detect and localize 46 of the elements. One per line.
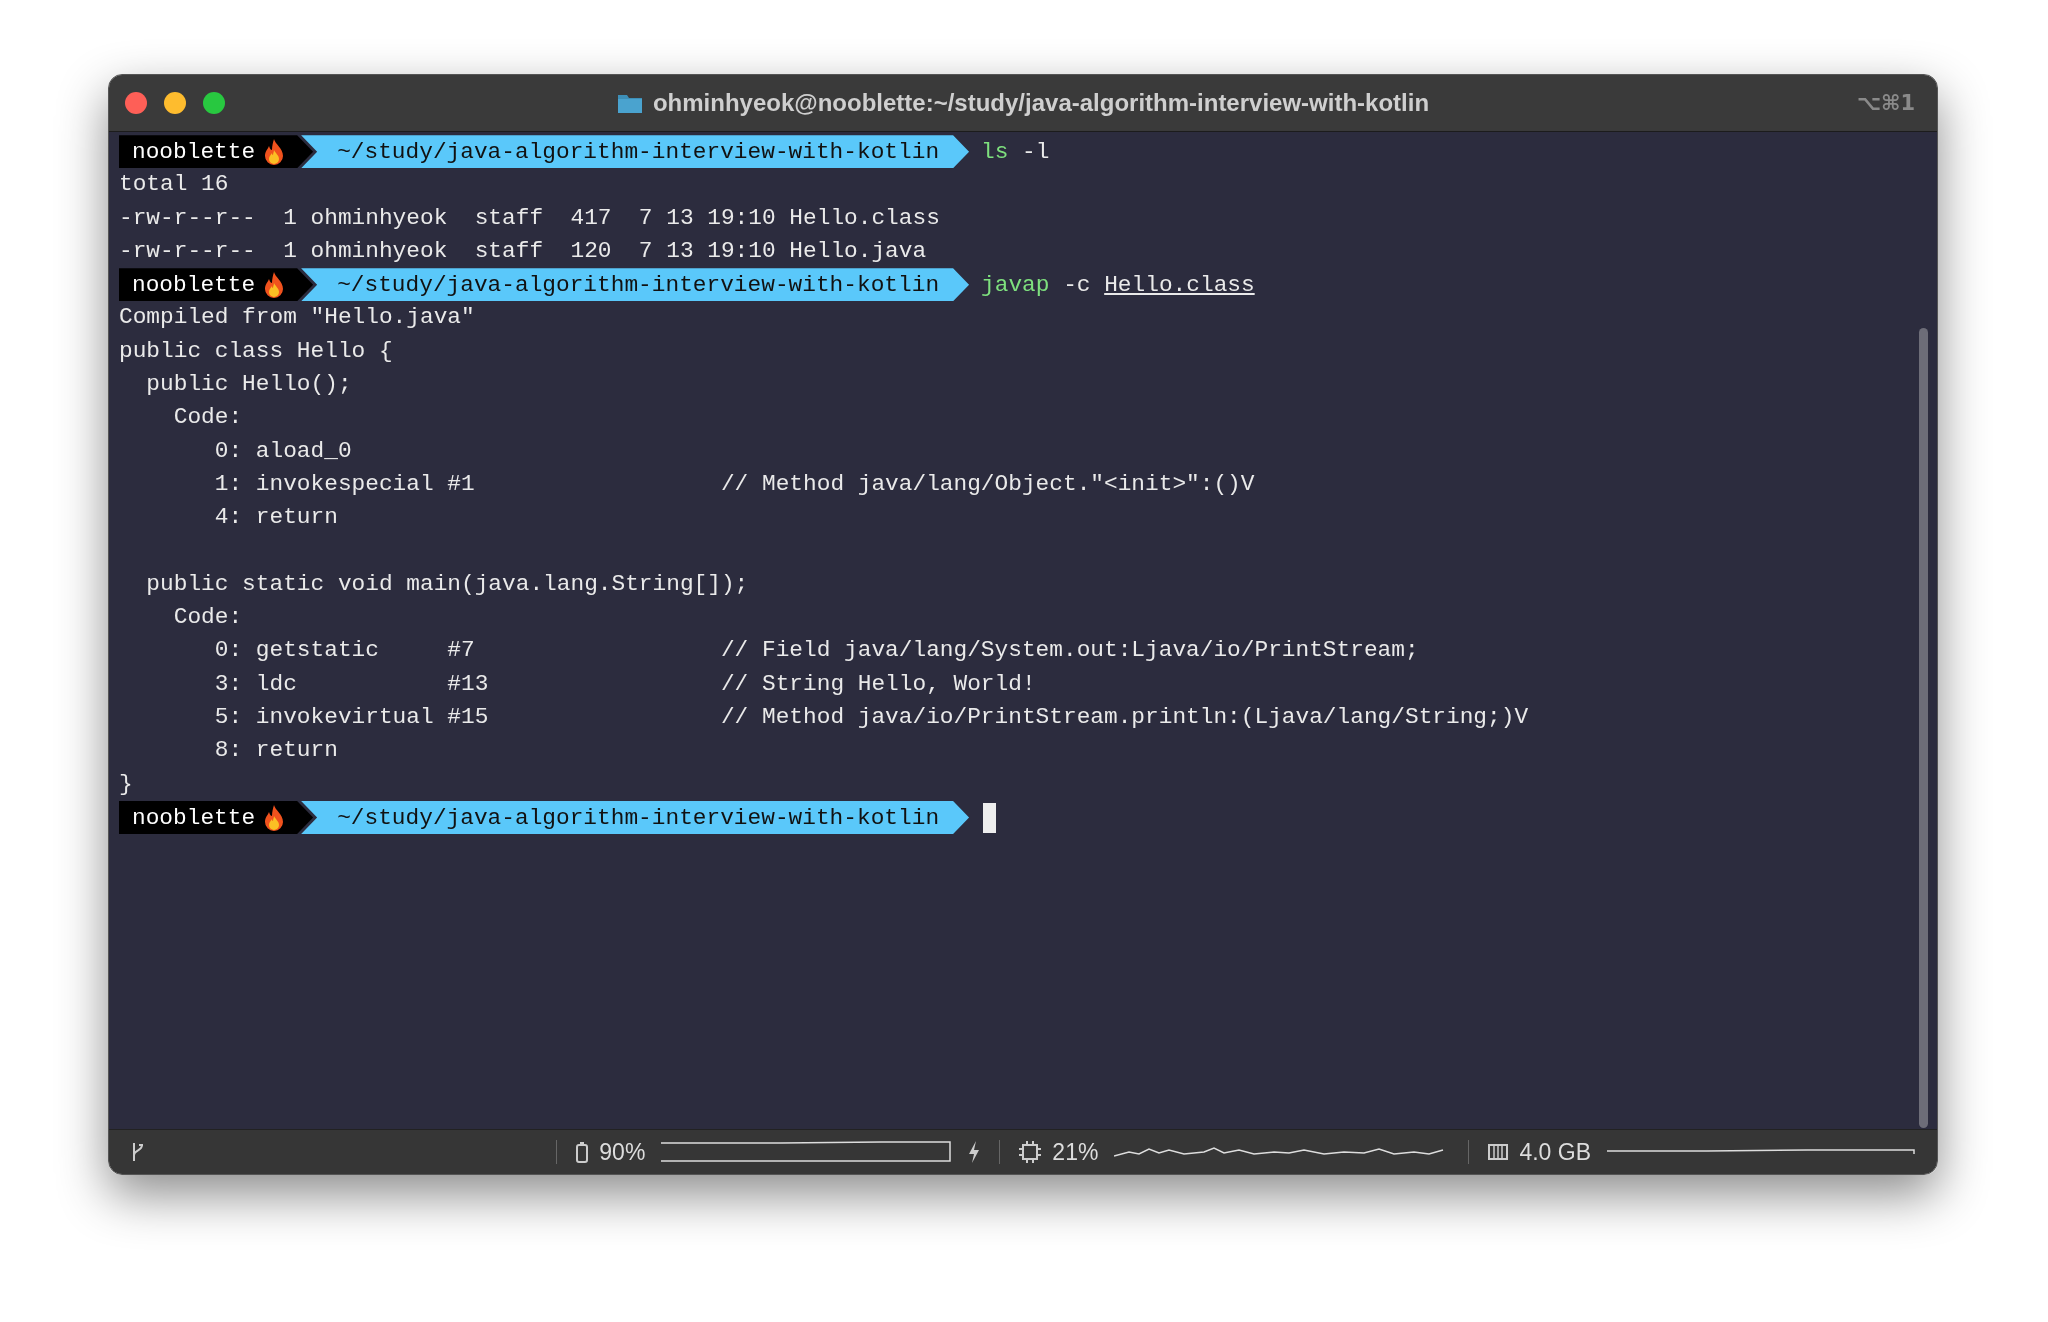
zoom-button[interactable] <box>203 92 225 114</box>
prompt-path: ~/study/java-algorithm-interview-with-kotlin <box>337 804 940 831</box>
output-line: 4: return <box>213 503 338 533</box>
prompt-host: nooblette <box>132 271 256 298</box>
branch-icon <box>131 1141 145 1163</box>
output-line: 0: aload_0 <box>213 436 352 466</box>
flame-icon <box>263 270 286 299</box>
window-title: ohminhyeok@nooblette:~/study/java-algorithm-interview-with-kotlin <box>652 89 1430 117</box>
output-line: } <box>119 769 133 799</box>
memory-icon <box>1487 1142 1510 1162</box>
output-line: 1: invokespecial #1 // Method java/lang/Object."<init>":()V <box>213 469 1255 499</box>
output-line: public Hello(); <box>145 370 352 400</box>
output-line: public static void main(java.lang.String[]); <box>145 569 749 599</box>
output-line: -rw-r--r-- 1 ohminhyeok staff 417 7 13 19:10 Hello.class <box>119 203 940 233</box>
prompt-host: nooblette <box>132 804 256 831</box>
output-line: 0: getstatic #7 // Field java/lang/System.out:Ljava/io/PrintStream; <box>213 636 1419 666</box>
lightning-icon <box>967 1140 982 1164</box>
battery-reading: 90% <box>599 1138 646 1166</box>
memory-reading: 4.0 GB <box>1519 1138 1591 1166</box>
minimize-button[interactable] <box>164 92 186 114</box>
command-name: ls <box>981 138 1009 165</box>
folder-icon <box>616 92 643 114</box>
prompt-host: nooblette <box>132 138 256 165</box>
output-line: 8: return <box>213 736 338 766</box>
output-line: public class Hello { <box>119 336 393 366</box>
command-argument: -c <box>1063 271 1091 298</box>
prompt-path: ~/study/java-algorithm-interview-with-kotlin <box>337 271 940 298</box>
output-line: 3: ldc #13 // String Hello, World! <box>213 669 1036 699</box>
flame-icon <box>263 137 286 166</box>
output-line: total 16 <box>119 170 229 200</box>
output-line: -rw-r--r-- 1 ohminhyeok staff 120 7 13 19:10 Hello.java <box>119 236 927 266</box>
output-line: Compiled from "Hello.java" <box>119 303 475 333</box>
command-name: javap <box>981 271 1050 298</box>
prompt-path: ~/study/java-algorithm-interview-with-kotlin <box>337 138 940 165</box>
output-line: Code: <box>172 603 243 633</box>
cpu-icon <box>1018 1140 1043 1164</box>
flame-icon <box>263 803 286 832</box>
close-button[interactable] <box>125 92 147 114</box>
file-argument: Hello.class <box>1104 271 1255 298</box>
output-line: Code: <box>172 403 243 433</box>
command-argument: -l <box>1022 138 1050 165</box>
battery-icon <box>575 1141 590 1163</box>
cpu-reading: 21% <box>1052 1138 1099 1166</box>
output-line: 5: invokevirtual #15 // Method java/io/PrintStream.println:(Ljava/lang/String;)V <box>213 703 1529 733</box>
window-shortcut: ⌥⌘1 <box>1856 91 1915 115</box>
scrollbar-thumb[interactable] <box>1918 328 1928 1128</box>
